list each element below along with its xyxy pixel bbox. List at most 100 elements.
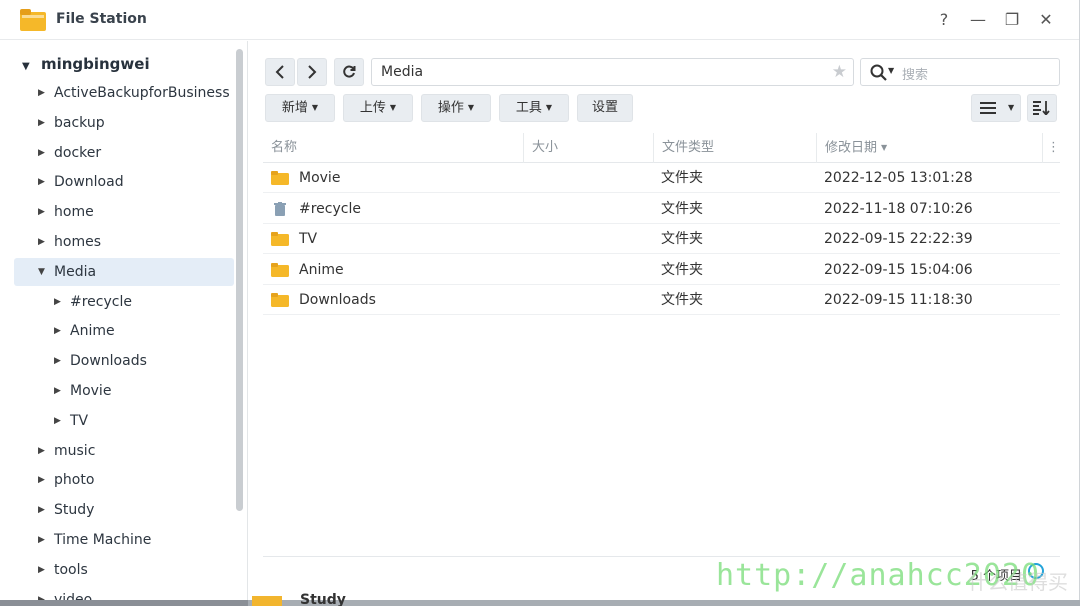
upload-button[interactable]: 上传 ▼ — [343, 94, 413, 122]
folder-icon — [271, 171, 289, 185]
sidebar-item-music[interactable]: ▶ music — [14, 437, 234, 465]
view-mode-button[interactable]: ▼ — [971, 94, 1021, 122]
table-header: 名称 大小 文件类型 修改日期 ▼ ⋮ — [263, 133, 1060, 163]
sidebar-item-download[interactable]: ▶ Download — [14, 168, 234, 196]
caret-down-icon: ▼ — [311, 103, 319, 112]
column-menu-icon[interactable]: ⋮ — [1042, 133, 1060, 163]
close-icon[interactable]: ✕ — [1034, 8, 1058, 32]
sidebar-item-tools[interactable]: ▶ tools — [14, 556, 234, 584]
table-row[interactable]: #recycle 文件夹 2022-11-18 07:10:26 — [263, 194, 1060, 224]
chevron-right-icon[interactable]: ▶ — [54, 288, 64, 316]
sidebar-item-label: photo — [54, 472, 95, 489]
chevron-right-icon[interactable]: ▶ — [38, 198, 48, 226]
settings-button-label: 设置 — [591, 100, 618, 115]
chevron-right-icon[interactable]: ▶ — [38, 526, 48, 554]
column-header-modified[interactable]: 修改日期 ▼ — [816, 133, 1042, 163]
main-panel: Media ★ ▼ 搜索 新增 ▼ 上传 ▼ 操作 ▼ 工具 ▼ 设置 ▼ 名称… — [249, 41, 1079, 600]
sidebar-scrollbar[interactable] — [236, 49, 243, 511]
create-button[interactable]: 新增 ▼ — [265, 94, 335, 122]
refresh-button[interactable] — [334, 58, 364, 86]
sidebar-item-video[interactable]: ▶ video — [14, 586, 234, 600]
table-row[interactable]: Movie 文件夹 2022-12-05 13:01:28 — [263, 163, 1060, 193]
sidebar-item-label: Anime — [70, 323, 115, 340]
chevron-right-icon[interactable]: ▶ — [38, 228, 48, 256]
chevron-right-icon[interactable]: ▶ — [38, 109, 48, 137]
sidebar-item-recycle[interactable]: ▶ #recycle — [14, 288, 234, 316]
sidebar-item-label: Download — [54, 174, 124, 191]
star-icon[interactable]: ★ — [832, 62, 847, 82]
sidebar-item-label: tools — [54, 561, 88, 578]
sidebar-item-tv[interactable]: ▶ TV — [14, 407, 234, 435]
chevron-right-icon[interactable]: ▶ — [38, 586, 48, 600]
chevron-down-icon[interactable]: ▼ — [22, 61, 30, 72]
sidebar-item-label: video — [54, 591, 93, 600]
file-name: Downloads — [299, 292, 376, 308]
back-button[interactable] — [265, 58, 295, 86]
file-type: 文件夹 — [661, 292, 703, 308]
column-header-name[interactable]: 名称 — [263, 133, 523, 163]
title-bar: File Station ? — ❐ ✕ — [0, 0, 1079, 40]
sidebar-item-homes[interactable]: ▶ homes — [14, 228, 234, 256]
folder-icon — [271, 262, 289, 277]
maximize-icon[interactable]: ❐ — [1000, 8, 1024, 32]
tools-button[interactable]: 工具 ▼ — [499, 94, 569, 122]
file-name: TV — [299, 231, 318, 247]
sidebar-item-media[interactable]: ▼ Media — [14, 257, 234, 286]
search-icon[interactable] — [870, 64, 888, 82]
settings-button[interactable]: 设置 — [577, 94, 633, 122]
chevron-down-icon[interactable]: ▼ — [38, 258, 48, 286]
table-row[interactable]: TV 文件夹 2022-09-15 22:22:39 — [263, 224, 1060, 254]
table-row[interactable]: Downloads 文件夹 2022-09-15 11:18:30 — [263, 285, 1060, 315]
sidebar-item-anime[interactable]: ▶ Anime — [14, 317, 234, 345]
tree-root-node[interactable]: ▼ mingbingwei — [22, 55, 150, 73]
sidebar-item-docker[interactable]: ▶ docker — [14, 139, 234, 167]
sidebar-item-activebackupforbusiness[interactable]: ▶ ActiveBackupforBusiness — [14, 79, 234, 107]
tools-button-label: 工具 — [515, 100, 542, 116]
file-type: 文件夹 — [661, 261, 703, 278]
sidebar-item-photo[interactable]: ▶ photo — [14, 466, 234, 494]
chevron-right-icon — [308, 65, 317, 79]
sidebar-item-downloads[interactable]: ▶ Downloads — [14, 347, 234, 375]
sidebar-item-label: Study — [54, 502, 95, 519]
caret-down-icon[interactable]: ▼ — [888, 66, 894, 75]
caret-down-icon: ▼ — [545, 103, 553, 112]
sidebar-item-label: backup — [54, 114, 105, 131]
sort-desc-icon: ▼ — [881, 143, 888, 152]
chevron-right-icon[interactable]: ▶ — [38, 496, 48, 524]
help-icon[interactable]: ? — [932, 8, 956, 32]
sidebar-item-home[interactable]: ▶ home — [14, 198, 234, 226]
sidebar-item-study[interactable]: ▶ Study — [14, 496, 234, 524]
file-type: 文件夹 — [661, 170, 703, 186]
sidebar-item-backup[interactable]: ▶ backup — [14, 109, 234, 137]
column-header-modified-label: 修改日期 — [825, 140, 878, 156]
chevron-right-icon[interactable]: ▶ — [38, 556, 48, 584]
sort-button[interactable] — [1027, 94, 1057, 122]
path-field[interactable]: Media ★ — [371, 58, 854, 86]
upload-button-label: 上传 — [359, 100, 386, 116]
folder-icon — [271, 232, 289, 246]
column-header-size[interactable]: 大小 — [523, 133, 653, 163]
chevron-right-icon[interactable]: ▶ — [38, 168, 48, 196]
chevron-right-icon[interactable]: ▶ — [54, 377, 64, 405]
chevron-right-icon[interactable]: ▶ — [54, 347, 64, 375]
action-button[interactable]: 操作 ▼ — [421, 94, 491, 122]
sidebar-item-movie[interactable]: ▶ Movie — [14, 377, 234, 405]
table-row[interactable]: Anime 文件夹 2022-09-15 15:04:06 — [263, 255, 1060, 285]
chevron-right-icon[interactable]: ▶ — [38, 139, 48, 167]
sidebar-item-label: Time Machine — [54, 532, 152, 548]
chevron-right-icon[interactable]: ▶ — [54, 407, 64, 435]
list-view-icon — [980, 102, 996, 114]
sidebar-item-time-machine[interactable]: ▶ Time Machine — [14, 526, 234, 554]
chevron-right-icon[interactable]: ▶ — [38, 437, 48, 465]
search-input[interactable]: ▼ 搜索 — [860, 58, 1060, 86]
chevron-right-icon[interactable]: ▶ — [38, 466, 48, 494]
forward-button[interactable] — [297, 58, 327, 86]
file-station-app-icon — [20, 9, 46, 31]
minimize-icon[interactable]: — — [966, 8, 990, 32]
chevron-right-icon[interactable]: ▶ — [54, 317, 64, 345]
chevron-right-icon[interactable]: ▶ — [38, 79, 48, 107]
column-header-type[interactable]: 文件类型 — [653, 133, 816, 163]
trash-icon — [274, 201, 286, 216]
file-type: 文件夹 — [661, 200, 703, 217]
file-name: Anime — [299, 261, 344, 278]
